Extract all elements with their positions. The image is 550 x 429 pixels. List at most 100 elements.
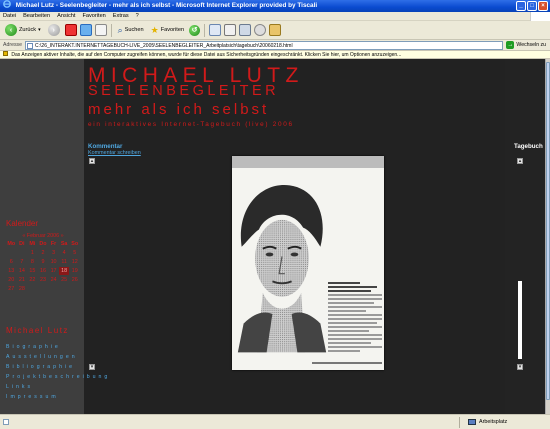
messenger-icon[interactable] bbox=[269, 24, 282, 36]
nav-item-ausstellungen[interactable]: Ausstellungen bbox=[6, 352, 110, 362]
security-info-bar[interactable]: Das Anzeigen aktiver Inhalte, die auf de… bbox=[0, 51, 550, 59]
search-label: Suchen bbox=[124, 27, 144, 33]
calendar-day-header: Sa bbox=[60, 241, 68, 247]
calendar-day[interactable]: 1 bbox=[27, 249, 38, 257]
page-icon bbox=[27, 42, 34, 49]
calendar-day[interactable]: 16 bbox=[38, 267, 49, 275]
calendar-day[interactable]: 2 bbox=[38, 249, 49, 257]
mail-icon[interactable] bbox=[209, 24, 222, 36]
windows-logo-icon bbox=[530, 12, 550, 21]
calendar-day-header: Di bbox=[19, 241, 25, 247]
menu-datei[interactable]: Datei bbox=[3, 13, 16, 19]
tagebuch-scroll-track[interactable] bbox=[518, 281, 522, 359]
calendar-day[interactable]: 27 bbox=[6, 285, 17, 293]
calendar-day-header: Fr bbox=[50, 241, 57, 247]
scroll-up-button[interactable]: ▴ bbox=[89, 158, 95, 164]
calendar-day[interactable]: 3 bbox=[48, 249, 59, 257]
calendar-day[interactable]: 17 bbox=[48, 267, 59, 275]
stop-icon[interactable] bbox=[64, 24, 77, 36]
calendar-day[interactable]: 13 bbox=[6, 267, 17, 275]
site-tagline: mehr als ich selbst bbox=[88, 101, 270, 118]
search-button[interactable]: ⌕ Suchen bbox=[116, 23, 146, 38]
scrollbar-thumb[interactable] bbox=[546, 62, 550, 400]
nav-item-links[interactable]: Links bbox=[6, 382, 110, 392]
calendar-day[interactable]: 18 bbox=[58, 267, 70, 275]
calendar-day[interactable]: 11 bbox=[59, 258, 70, 266]
calendar-day[interactable]: 21 bbox=[17, 276, 28, 284]
calendar-day[interactable]: 23 bbox=[38, 276, 49, 284]
page-status-icon bbox=[3, 419, 9, 425]
calendar-day[interactable]: 5 bbox=[69, 249, 80, 257]
calendar-day[interactable]: 28 bbox=[17, 285, 28, 293]
forward-button[interactable]: › bbox=[46, 23, 62, 38]
minimize-button[interactable]: _ bbox=[516, 1, 526, 11]
window-titlebar: Michael Lutz - Seelenbegleiter - mehr al… bbox=[0, 0, 550, 12]
menu-extras[interactable]: Extras bbox=[113, 13, 129, 19]
window-title: Michael Lutz - Seelenbegleiter - mehr al… bbox=[15, 2, 318, 9]
calendar-day[interactable]: 15 bbox=[27, 267, 38, 275]
calendar-day[interactable]: 14 bbox=[17, 267, 28, 275]
calendar-day[interactable]: 26 bbox=[69, 276, 80, 284]
nav-item-projektbeschreibung[interactable]: Projektbeschreibung bbox=[6, 372, 110, 382]
page-content: MICHAEL LUTZ SEELENBEGLEITER mehr als ic… bbox=[0, 59, 550, 414]
search-icon: ⌕ bbox=[117, 24, 123, 35]
page-scrollbar[interactable] bbox=[545, 59, 550, 414]
status-bar: Arbeitsplatz bbox=[0, 414, 550, 429]
menu-ansicht[interactable]: Ansicht bbox=[57, 13, 75, 19]
tagebuch-title: Tagebuch bbox=[514, 143, 543, 150]
calendar-day[interactable]: 12 bbox=[69, 258, 80, 266]
calendar-empty-cell bbox=[48, 285, 59, 293]
tagebuch-up-button[interactable]: ▴ bbox=[517, 158, 523, 164]
portrait-drawing bbox=[237, 184, 327, 353]
toolbar-separator bbox=[204, 23, 206, 37]
history-icon[interactable]: ↺ bbox=[189, 24, 201, 36]
security-zone: Arbeitsplatz bbox=[460, 417, 550, 428]
menu-help[interactable]: ? bbox=[136, 13, 139, 19]
clipping-text-column bbox=[328, 282, 382, 354]
home-icon[interactable] bbox=[94, 24, 107, 36]
favorites-button[interactable]: ★ Favoriten bbox=[149, 23, 186, 38]
kalender-title: Kalender bbox=[6, 219, 39, 228]
calendar-day[interactable]: 4 bbox=[59, 249, 70, 257]
calendar-day[interactable]: 9 bbox=[38, 258, 49, 266]
calendar-empty-cell bbox=[69, 285, 80, 293]
calendar-empty-cell bbox=[59, 285, 70, 293]
site-subtitle: ein interaktives Internet-Tagebuch (live… bbox=[88, 121, 294, 128]
calendar-day[interactable]: 7 bbox=[17, 258, 28, 266]
close-button[interactable]: × bbox=[538, 1, 548, 11]
edit-icon[interactable] bbox=[239, 24, 252, 36]
menu-favoriten[interactable]: Favoriten bbox=[82, 13, 105, 19]
maximize-button[interactable]: □ bbox=[527, 1, 537, 11]
address-input[interactable]: C:\26_INTERAKT.INTERNETTAGEBUCH-LIVE_200… bbox=[25, 40, 504, 50]
toolbar: ‹ Zurück ▾ › ⌕ Suchen ★ Favoriten ↺ bbox=[0, 21, 550, 40]
calendar-day[interactable]: 6 bbox=[6, 258, 17, 266]
go-button[interactable]: → Wechseln zu bbox=[506, 41, 550, 49]
calendar-day[interactable]: 10 bbox=[48, 258, 59, 266]
calendar-day[interactable]: 20 bbox=[6, 276, 17, 284]
calendar-empty-cell bbox=[38, 285, 49, 293]
nav-item-bibliographie[interactable]: Bibliographie bbox=[6, 362, 110, 372]
menu-bearbeiten[interactable]: Bearbeiten bbox=[23, 13, 50, 19]
print-icon[interactable] bbox=[224, 24, 237, 36]
calendar-day[interactable]: 24 bbox=[48, 276, 59, 284]
nav-item-impressum[interactable]: Impressum bbox=[6, 392, 110, 402]
calendar-grid: Mo Di Mi Do Fr Sa So 1 2 3 4 5 6 7 8 9 10 11 12 13 14 15 16 17 1… bbox=[6, 240, 80, 293]
discuss-icon[interactable] bbox=[254, 24, 267, 36]
back-button[interactable]: ‹ Zurück ▾ bbox=[3, 23, 43, 38]
go-label: Wechseln zu bbox=[516, 42, 546, 48]
shield-icon bbox=[3, 51, 8, 56]
calendar-empty-cell bbox=[27, 285, 38, 293]
calendar-day[interactable]: 19 bbox=[69, 267, 80, 275]
kommentar-schreiben-link[interactable]: Kommentar schreiben bbox=[88, 150, 141, 156]
tagebuch-down-button[interactable]: ▾ bbox=[517, 364, 523, 370]
calendar-day[interactable]: 22 bbox=[27, 276, 38, 284]
nav-item-biographie[interactable]: Biographie bbox=[6, 342, 110, 352]
calendar-day-header: Mo bbox=[7, 241, 16, 247]
calendar-empty-cell bbox=[17, 249, 28, 257]
zone-label: Arbeitsplatz bbox=[479, 419, 508, 425]
calendar-day[interactable]: 8 bbox=[27, 258, 38, 266]
refresh-icon[interactable] bbox=[79, 24, 92, 36]
go-arrow-icon: → bbox=[506, 41, 515, 49]
kalender-month[interactable]: « Februar 2006 » bbox=[6, 233, 80, 239]
calendar-day[interactable]: 25 bbox=[59, 276, 70, 284]
